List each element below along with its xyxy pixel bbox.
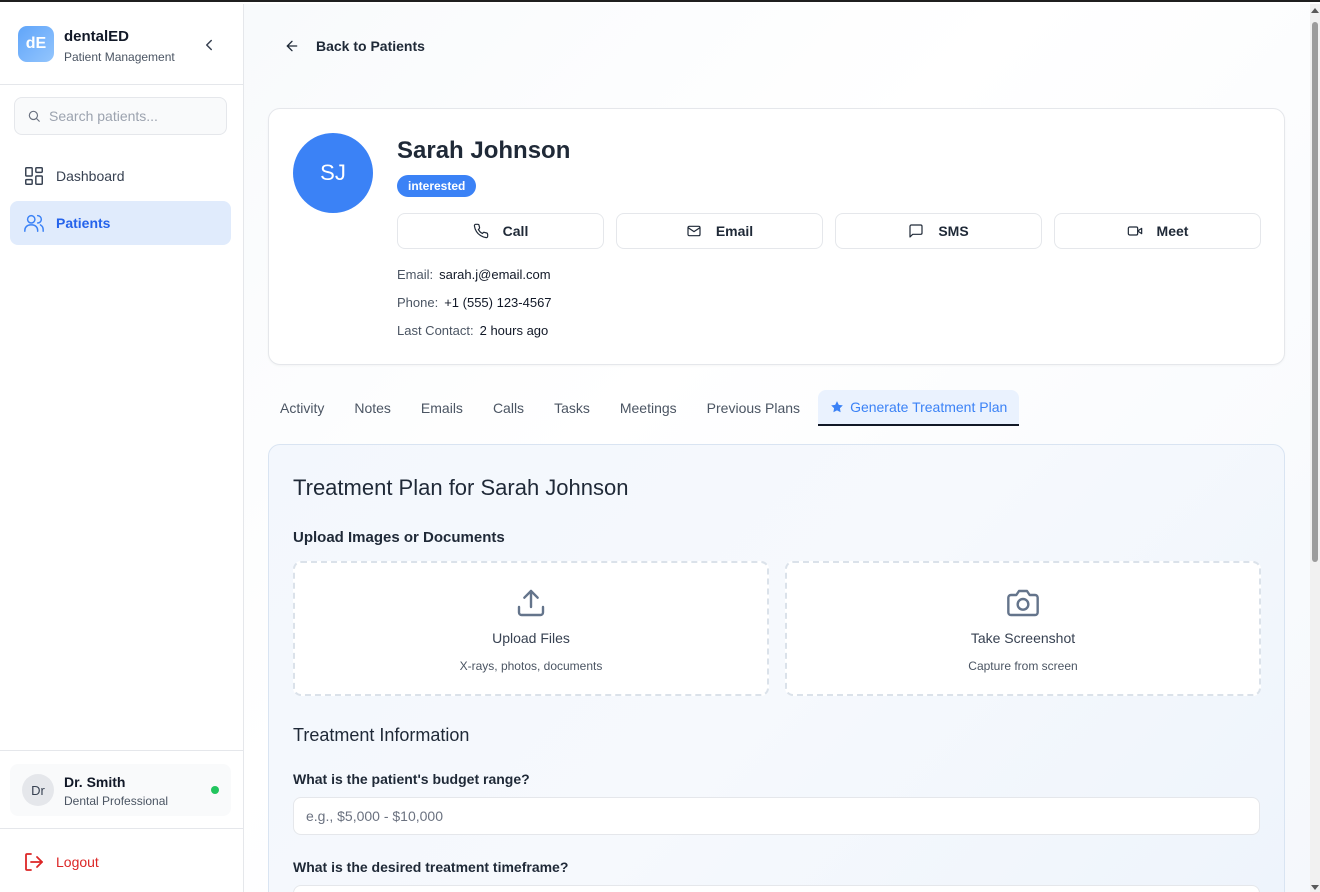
nav-item-patients[interactable]: Patients <box>10 201 231 245</box>
mail-icon <box>687 225 701 237</box>
tab-generate-label: Generate Treatment Plan <box>850 399 1008 415</box>
treatment-info-heading: Treatment Information <box>293 725 470 745</box>
email-row: Email: sarah.j@email.com <box>397 267 551 282</box>
sms-button[interactable]: SMS <box>835 213 1042 249</box>
upload-files-subtitle: X-rays, photos, documents <box>459 659 603 673</box>
meet-label: Meet <box>1156 223 1189 239</box>
take-screenshot-title: Take Screenshot <box>970 630 1076 646</box>
brand-name: dentalED <box>64 28 130 45</box>
nav-label-patients: Patients <box>56 215 111 231</box>
camera-icon <box>1007 589 1039 617</box>
scroll-up-arrow[interactable] <box>1311 8 1319 13</box>
patient-avatar: SJ <box>293 133 373 213</box>
search-input[interactable] <box>49 108 219 124</box>
logout-button[interactable]: Logout <box>22 850 99 874</box>
divider <box>0 750 243 751</box>
last-contact-value: 2 hours ago <box>479 323 549 338</box>
sidebar: dE dentalED Patient Management Dashboard… <box>0 4 244 892</box>
user-role: Dental Professional <box>64 794 169 808</box>
search-icon <box>28 110 40 122</box>
tab-previous-plans[interactable]: Previous Plans <box>695 392 812 424</box>
take-screenshot-subtitle: Capture from screen <box>968 659 1078 673</box>
logout-icon <box>25 853 43 871</box>
upload-icon <box>517 589 545 617</box>
call-label: Call <box>502 223 529 239</box>
last-contact-label: Last Contact: <box>397 323 474 338</box>
user-card[interactable]: Dr Dr. Smith Dental Professional <box>10 764 231 816</box>
logout-label: Logout <box>56 854 99 870</box>
status-badge: interested <box>397 175 477 197</box>
users-icon <box>22 211 46 235</box>
arrow-left-icon <box>286 40 298 52</box>
call-button[interactable]: Call <box>397 213 604 249</box>
phone-row: Phone: +1 (555) 123-4567 <box>397 295 552 310</box>
patient-profile-card: SJ Sarah Johnson interested Call Email S… <box>268 108 1285 365</box>
budget-input[interactable] <box>293 797 1260 835</box>
tab-notes[interactable]: Notes <box>342 392 403 424</box>
tab-activity[interactable]: Activity <box>268 392 336 424</box>
scrollbar-thumb[interactable] <box>1312 22 1318 562</box>
main-content: Back to Patients SJ Sarah Johnson intere… <box>244 4 1310 892</box>
tab-generate-treatment-plan[interactable]: Generate Treatment Plan <box>818 390 1020 426</box>
tab-emails[interactable]: Emails <box>409 392 475 424</box>
dashboard-icon <box>22 164 46 188</box>
email-value: sarah.j@email.com <box>439 267 551 282</box>
plan-title: Treatment Plan for Sarah Johnson <box>293 475 629 500</box>
chevron-left-icon <box>206 39 212 51</box>
sms-label: SMS <box>938 223 969 239</box>
brand-subtitle: Patient Management <box>64 50 175 64</box>
brand-header: dE dentalED Patient Management <box>0 4 243 85</box>
scrollbar[interactable] <box>1310 4 1320 892</box>
back-to-patients-link[interactable]: Back to Patients <box>284 38 425 54</box>
search-box <box>14 97 227 135</box>
tab-tasks[interactable]: Tasks <box>542 392 602 424</box>
user-name: Dr. Smith <box>64 774 126 790</box>
treatment-plan-panel: Treatment Plan for Sarah Johnson Upload … <box>268 444 1285 892</box>
nav-label-dashboard: Dashboard <box>56 168 125 184</box>
email-button[interactable]: Email <box>616 213 823 249</box>
star-icon <box>831 401 843 413</box>
phone-field-label: Phone: <box>397 295 439 310</box>
divider <box>0 828 243 829</box>
last-contact-row: Last Contact: 2 hours ago <box>397 323 548 338</box>
tab-meetings[interactable]: Meetings <box>608 392 689 424</box>
patient-tabs: Activity Notes Emails Calls Tasks Meetin… <box>268 390 1025 426</box>
phone-icon <box>473 223 488 239</box>
upload-files-dropzone[interactable]: Upload Files X-rays, photos, documents <box>293 561 769 696</box>
email-label: Email <box>715 223 754 239</box>
avatar: Dr <box>22 774 54 806</box>
online-status-dot <box>211 786 219 794</box>
budget-question: What is the patient's budget range? <box>293 771 530 787</box>
contact-actions: Call Email SMS Meet <box>397 213 1261 249</box>
patient-name: Sarah Johnson <box>397 137 571 164</box>
brand-logo: dE <box>18 26 54 62</box>
video-icon <box>1127 226 1142 236</box>
nav-item-dashboard[interactable]: Dashboard <box>10 154 231 198</box>
collapse-sidebar-button[interactable] <box>200 36 218 54</box>
meet-button[interactable]: Meet <box>1054 213 1261 249</box>
message-icon <box>909 224 923 238</box>
tab-calls[interactable]: Calls <box>481 392 536 424</box>
phone-value: +1 (555) 123-4567 <box>444 295 552 310</box>
upload-files-title: Upload Files <box>492 630 570 646</box>
scroll-down-arrow[interactable] <box>1311 885 1319 890</box>
timeframe-input[interactable] <box>293 885 1260 892</box>
take-screenshot-dropzone[interactable]: Take Screenshot Capture from screen <box>785 561 1261 696</box>
timeframe-question: What is the desired treatment timeframe? <box>293 859 569 875</box>
email-field-label: Email: <box>397 267 434 282</box>
upload-heading: Upload Images or Documents <box>293 529 505 546</box>
back-label: Back to Patients <box>316 38 425 54</box>
